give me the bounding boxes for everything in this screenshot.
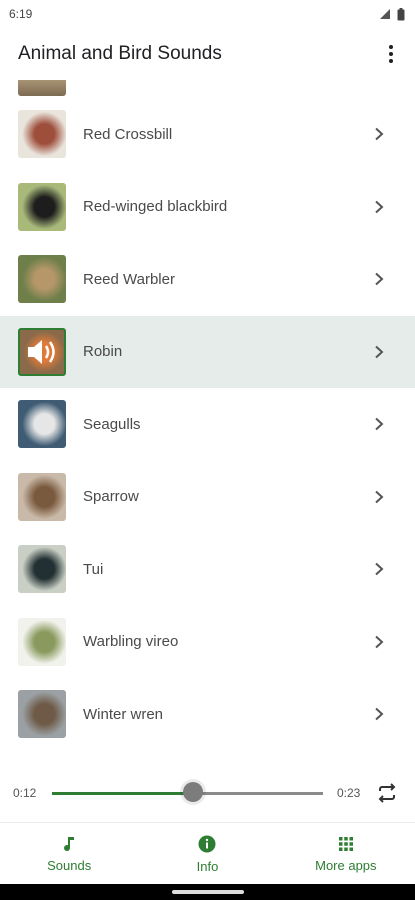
- list-item-label: Red Crossbill: [83, 125, 173, 143]
- seek-bar-progress: [52, 792, 193, 795]
- info-icon: [198, 835, 216, 852]
- current-time: 0:12: [13, 786, 37, 800]
- chevron-right-icon: [375, 345, 384, 358]
- bottom-navigation: Sounds Info More apps: [0, 822, 415, 885]
- battery-icon: [397, 7, 405, 20]
- list-item-label: Winter wren: [83, 705, 164, 723]
- app-title: Animal and Bird Sounds: [18, 43, 222, 64]
- nav-info[interactable]: Info: [138, 823, 276, 885]
- status-icons: [379, 7, 405, 21]
- signal-icon: [380, 9, 390, 19]
- list-item[interactable]: Winter wren: [0, 678, 415, 751]
- system-navigation-bar: [0, 884, 415, 900]
- app-bar: Animal and Bird Sounds: [0, 28, 415, 80]
- list-item-label: Red-winged blackbird: [83, 198, 228, 216]
- list-item[interactable]: Red-winged blackbird: [0, 171, 415, 244]
- thumbnail-image: [18, 400, 66, 449]
- music-note-icon: [64, 836, 75, 851]
- list-item-partial[interactable]: [0, 80, 415, 98]
- grid-icon: [338, 836, 353, 851]
- thumbnail-image: [18, 255, 66, 304]
- list-item[interactable]: Tui: [0, 533, 415, 606]
- repeat-icon[interactable]: [376, 782, 398, 804]
- nav-label: Sounds: [47, 857, 92, 873]
- sound-list[interactable]: Red Crossbill Red-winged blackbird Reed Wa…: [0, 80, 415, 766]
- list-item[interactable]: Red Crossbill: [0, 98, 415, 171]
- chevron-right-icon: [375, 563, 384, 576]
- chevron-right-icon: [375, 128, 384, 141]
- list-item-label: Sparrow: [83, 488, 139, 506]
- chevron-right-icon: [375, 490, 384, 503]
- chevron-right-icon: [375, 418, 384, 431]
- thumbnail-image: [18, 182, 66, 231]
- nav-more-apps[interactable]: More apps: [277, 823, 415, 885]
- total-time: 0:23: [337, 786, 361, 800]
- speaker-icon: [28, 339, 55, 364]
- thumbnail-image: [18, 690, 66, 739]
- list-item[interactable]: Robin: [0, 315, 415, 388]
- chevron-right-icon: [375, 708, 384, 721]
- list-item-label: Seagulls: [83, 415, 141, 433]
- list-item-label: Tui: [83, 560, 104, 578]
- status-time: 6:19: [9, 7, 33, 21]
- thumbnail-image: [18, 617, 66, 666]
- nav-label: Info: [196, 858, 219, 874]
- thumbnail-image: [18, 545, 66, 594]
- status-bar: 6:19: [0, 0, 415, 28]
- chevron-right-icon: [375, 273, 384, 286]
- list-item[interactable]: Reed Warbler: [0, 243, 415, 316]
- thumbnail-image: [18, 80, 66, 96]
- list-item-label: Reed Warbler: [83, 270, 175, 288]
- thumbnail-image: [18, 110, 66, 159]
- nav-sounds[interactable]: Sounds: [0, 823, 138, 885]
- playing-thumbnail: [18, 327, 66, 376]
- chevron-right-icon: [375, 200, 384, 213]
- seek-bar-thumb[interactable]: [182, 782, 203, 802]
- list-item-label: Warbling vireo: [83, 633, 179, 651]
- list-item[interactable]: Warbling vireo: [0, 606, 415, 679]
- chevron-right-icon: [375, 635, 384, 648]
- thumbnail-image: [18, 472, 66, 521]
- home-gesture-handle[interactable]: [172, 890, 244, 894]
- audio-player: 0:12 0:23: [0, 766, 415, 822]
- nav-label: More apps: [315, 857, 377, 873]
- list-item[interactable]: Seagulls: [0, 388, 415, 461]
- list-item[interactable]: Sparrow: [0, 461, 415, 534]
- more-vert-icon[interactable]: [375, 38, 407, 70]
- list-item-label: Robin: [83, 343, 123, 361]
